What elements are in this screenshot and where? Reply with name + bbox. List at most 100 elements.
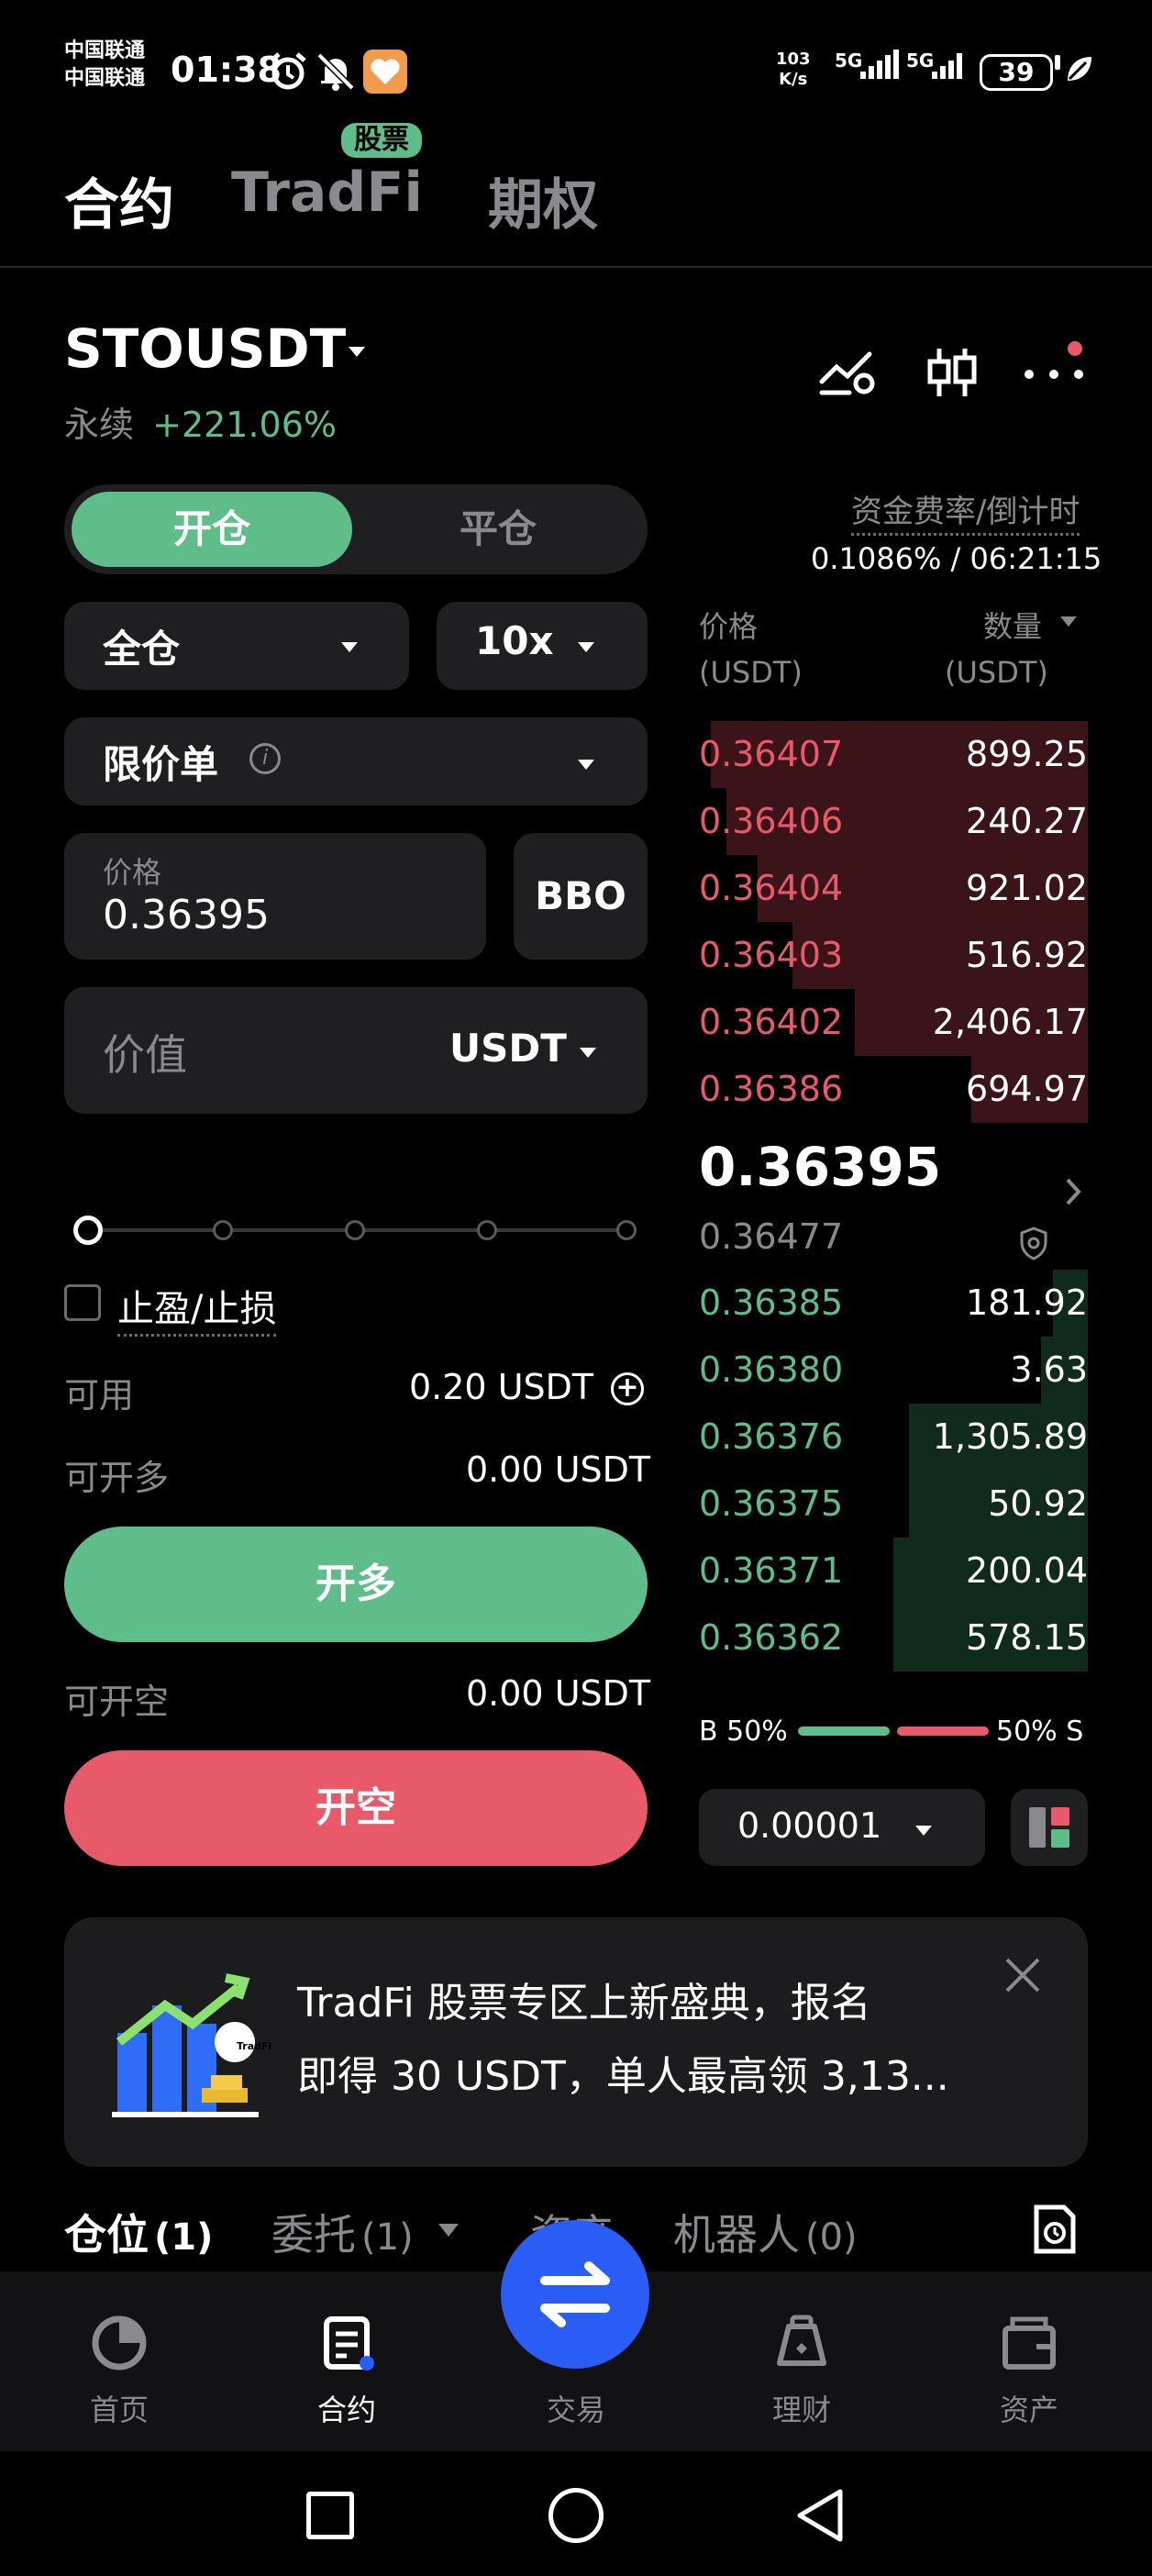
ask-row[interactable]: 0.36406 240.27	[699, 788, 1088, 855]
candlestick-icon[interactable]	[926, 345, 978, 404]
add-funds-icon[interactable]: +	[611, 1372, 644, 1405]
banner-line-1: TradFi 股票专区上新盛典，报名	[297, 1980, 871, 2026]
ask-price[interactable]: 0.36402	[699, 989, 843, 1056]
tp-sl-label[interactable]: 止盈/止损	[117, 1279, 277, 1337]
price-input-label: 价格	[103, 855, 162, 890]
recent-apps-button[interactable]	[306, 2492, 354, 2539]
symbol-dropdown-icon[interactable]	[349, 343, 365, 361]
mark-price: 0.36477	[699, 1216, 844, 1257]
back-button[interactable]	[794, 2486, 846, 2548]
app-notification-icon	[363, 50, 407, 94]
open-long-button[interactable]: 开多	[64, 1527, 648, 1642]
ask-row[interactable]: 0.36403 516.92	[699, 922, 1088, 989]
value-unit[interactable]: USDT	[449, 1026, 567, 1071]
bid-price[interactable]: 0.36362	[699, 1604, 843, 1671]
ratio-bar-sell	[897, 1727, 989, 1736]
bid-qty: 181.92	[966, 1282, 1088, 1323]
chevron-right-icon[interactable]	[1064, 1176, 1082, 1211]
ask-qty: 899.25	[966, 734, 1088, 774]
leverage-label: 10x	[475, 618, 554, 663]
value-placeholder[interactable]: 价值	[103, 1022, 187, 1083]
bid-qty: 3.63	[1010, 1349, 1088, 1390]
nav-contracts[interactable]: 合约	[282, 2314, 411, 2429]
value-unit-caret-icon[interactable]	[580, 1044, 596, 1061]
bid-price[interactable]: 0.36380	[699, 1337, 843, 1404]
price-input[interactable]: 价格 0.36395	[64, 833, 486, 960]
tab-contracts[interactable]: 合约	[64, 161, 174, 240]
bid-row[interactable]: 0.36362 578.15	[699, 1604, 1088, 1671]
tab-orders[interactable]: 委托 (1)	[271, 2202, 414, 2262]
slider-tick-100[interactable]	[616, 1220, 637, 1240]
tab-options[interactable]: 期权	[488, 161, 598, 240]
history-icon[interactable]	[1031, 2204, 1079, 2259]
nav-assets[interactable]: 资产	[965, 2314, 1093, 2429]
close-icon[interactable]	[1003, 1956, 1042, 1998]
bid-row[interactable]: 0.36380 3.63	[699, 1337, 1088, 1404]
ask-price[interactable]: 0.36404	[699, 855, 843, 922]
trend-settings-icon[interactable]	[818, 345, 877, 400]
tp-sl-checkbox[interactable]	[64, 1284, 101, 1321]
qty-unit-caret-icon[interactable]	[1060, 616, 1077, 627]
value-input[interactable]: 价值 USDT	[64, 987, 648, 1114]
tab-bots[interactable]: 机器人 (0)	[673, 2202, 858, 2262]
tab-positions[interactable]: 仓位 (1)	[64, 2202, 213, 2262]
margin-mode-select[interactable]: 全仓	[64, 602, 409, 690]
ask-row[interactable]: 0.36386 694.97	[699, 1056, 1088, 1123]
nav-earn[interactable]: 理财	[737, 2314, 866, 2429]
ask-price[interactable]: 0.36406	[699, 788, 843, 855]
home-button[interactable]	[548, 2488, 604, 2543]
more-icon[interactable]	[1022, 365, 1086, 387]
ask-row[interactable]: 0.36404 921.02	[699, 855, 1088, 922]
precision-select[interactable]: 0.00001	[699, 1789, 985, 1866]
bid-row[interactable]: 0.36375 50.92	[699, 1471, 1088, 1538]
ask-qty: 240.27	[966, 801, 1088, 841]
tab-tradfi[interactable]: TradFi	[231, 161, 423, 225]
bbo-button[interactable]: BBO	[514, 833, 648, 960]
available-label: 可用	[64, 1375, 135, 1416]
banner-logo-text: TradFi	[237, 2040, 272, 2052]
open-short-button[interactable]: 开空	[64, 1750, 648, 1866]
asks-list: 0.36407 899.25 0.36406 240.27 0.36404 921.02 0…	[699, 721, 1088, 1123]
nav-trade-label[interactable]: 交易	[512, 2387, 640, 2429]
order-type-select[interactable]: 限价单 i	[64, 717, 648, 805]
price-input-value[interactable]: 0.36395	[103, 892, 270, 938]
earn-icon	[777, 2315, 826, 2366]
ask-price[interactable]: 0.36407	[699, 721, 843, 788]
slider-tick-50[interactable]	[345, 1220, 365, 1240]
layout-toggle[interactable]	[1011, 1789, 1088, 1866]
bids-list: 0.36385 181.92 0.36380 3.63 0.36376 1,305.89 0…	[699, 1270, 1088, 1671]
nav-home[interactable]: 首页	[55, 2314, 183, 2429]
leverage-select[interactable]: 10x	[437, 602, 648, 690]
amount-slider-handle[interactable]	[73, 1216, 103, 1245]
promo-banner[interactable]: TradFi TradFi 股票专区上新盛典，报名 即得 30 USDT，单人最…	[64, 1917, 1088, 2167]
precision-caret-icon	[915, 1822, 932, 1839]
alarm-icon	[268, 51, 308, 95]
bid-row[interactable]: 0.36385 181.92	[699, 1270, 1088, 1337]
close-tab[interactable]: 平仓	[358, 492, 638, 567]
open-tab[interactable]: 开仓	[72, 492, 352, 567]
ask-price[interactable]: 0.36403	[699, 922, 843, 989]
bid-price[interactable]: 0.36376	[699, 1404, 843, 1471]
can-long-label: 可开多	[64, 1458, 170, 1498]
ask-row[interactable]: 0.36407 899.25	[699, 721, 1088, 788]
contracts-icon	[324, 2316, 374, 2371]
orders-caret-icon[interactable]	[438, 2224, 459, 2237]
symbol-name[interactable]: STOUSDT	[64, 317, 346, 380]
ask-price[interactable]: 0.36386	[699, 1056, 843, 1123]
bid-row[interactable]: 0.36376 1,305.89	[699, 1404, 1088, 1471]
funding-label[interactable]: 资金费率/倒计时	[851, 486, 1080, 536]
symbol-subtitle: 永续 +221.06%	[64, 396, 337, 447]
battery-tip	[1055, 55, 1060, 70]
slider-tick-75[interactable]	[477, 1220, 497, 1240]
info-icon[interactable]: i	[249, 743, 281, 774]
slider-tick-25[interactable]	[213, 1220, 233, 1240]
home-icon	[92, 2315, 147, 2371]
ask-row[interactable]: 0.36402 2,406.17	[699, 989, 1088, 1056]
bid-price[interactable]: 0.36371	[699, 1538, 843, 1604]
bid-row[interactable]: 0.36371 200.04	[699, 1538, 1088, 1604]
ob-qty-header[interactable]: 数量 (USDT)	[945, 604, 1048, 695]
bid-price[interactable]: 0.36375	[699, 1471, 843, 1538]
battery-indicator: 39	[980, 54, 1053, 91]
bid-price[interactable]: 0.36385	[699, 1270, 843, 1337]
trade-button[interactable]	[501, 2220, 649, 2369]
